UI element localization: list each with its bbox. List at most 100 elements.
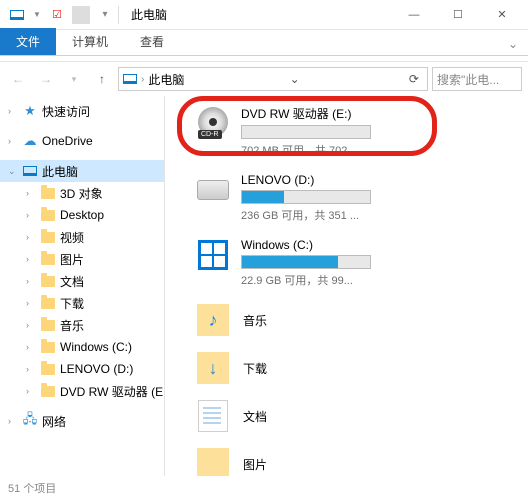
quick-access-toolbar: ▼ ☑ ▾ (4, 6, 114, 24)
sidebar-label: 下载 (60, 295, 84, 312)
folder-icon (40, 229, 56, 245)
capacity-bar (241, 125, 371, 139)
sidebar-label: 3D 对象 (60, 185, 103, 202)
chevron-right-icon[interactable]: › (8, 416, 18, 426)
sidebar-onedrive[interactable]: › ☁ OneDrive (0, 130, 164, 152)
chevron-right-icon[interactable]: › (26, 232, 36, 242)
sidebar-label: Windows (C:) (60, 340, 132, 354)
chevron-right-icon[interactable]: › (26, 254, 36, 264)
back-button[interactable]: ← (6, 67, 30, 91)
library-name: 音乐 (243, 312, 267, 329)
chevron-right-icon[interactable]: › (26, 364, 36, 374)
status-bar: 51 个项目 (8, 480, 56, 496)
path-dropdown-icon[interactable]: ⌄ (286, 72, 304, 86)
sidebar-item[interactable]: ›Desktop (0, 204, 164, 226)
main-area: › ★ 快速访问 › ☁ OneDrive ⌄ 此电脑 › 3D 对象 ›Deskt… (0, 96, 528, 476)
sidebar-label: OneDrive (42, 134, 93, 148)
drive-item[interactable]: LENOVO (D:)236 GB 可用，共 351 ... (195, 172, 520, 223)
sidebar-item[interactable]: › Windows (C:) (0, 336, 164, 358)
sidebar-this-pc[interactable]: ⌄ 此电脑 (0, 160, 164, 182)
recent-button[interactable]: ▾ (62, 67, 86, 91)
library-item[interactable]: ♪ 音乐 (195, 302, 520, 338)
sidebar-item[interactable]: ›音乐 (0, 314, 164, 336)
chevron-down-icon[interactable]: ⌄ (8, 166, 18, 177)
tab-file[interactable]: 文件 (0, 28, 56, 55)
sidebar-label: 视频 (60, 229, 84, 246)
minimize-button[interactable]: — (392, 0, 436, 30)
ribbon-tabs: 文件 计算机 查看 ⌄ (0, 30, 528, 56)
path-segment[interactable]: 此电脑 (148, 71, 184, 88)
sidebar-label: DVD RW 驱动器 (E (60, 383, 163, 400)
qat-down-icon[interactable]: ▼ (28, 6, 46, 24)
chevron-right-icon[interactable]: › (26, 342, 36, 352)
sidebar-label: 文档 (60, 273, 84, 290)
sidebar-item[interactable]: › DVD RW 驱动器 (E (0, 380, 164, 402)
sidebar-quick-access[interactable]: › ★ 快速访问 (0, 100, 164, 122)
chevron-right-icon[interactable]: › (26, 386, 36, 396)
chevron-right-icon[interactable]: › (26, 276, 36, 286)
hdd-icon (197, 180, 229, 200)
doc-icon (198, 400, 228, 432)
separator (118, 6, 119, 24)
chevron-right-icon[interactable]: › (26, 210, 36, 220)
music-icon: ♪ (197, 304, 229, 336)
refresh-icon[interactable]: ⟳ (405, 72, 423, 86)
library-name: 下载 (243, 360, 267, 377)
forward-button: → (34, 67, 58, 91)
sidebar-label: 此电脑 (42, 163, 78, 180)
pc-icon (123, 74, 137, 84)
folder-icon (40, 273, 56, 289)
drive-name: Windows (C:) (241, 238, 520, 252)
star-icon: ★ (22, 103, 38, 119)
up-button[interactable]: ↑ (90, 67, 114, 91)
sidebar-item[interactable]: › 视频 (0, 226, 164, 248)
folder-icon (40, 317, 56, 333)
app-icon (8, 6, 26, 24)
library-item[interactable]: 图片 (195, 446, 520, 476)
folder-icon (40, 251, 56, 267)
tab-computer[interactable]: 计算机 (56, 28, 124, 55)
folder-icon (40, 339, 56, 355)
chevron-right-icon[interactable]: › (141, 74, 144, 85)
separator (72, 6, 90, 24)
drive-space: 702 MB 可用，共 702... (241, 142, 520, 158)
path-box[interactable]: › 此电脑 ⌄ ⟳ (118, 67, 428, 91)
network-icon: 🖧 (22, 413, 38, 429)
folder-icon (40, 185, 56, 201)
drive-item[interactable]: CD-RDVD RW 驱动器 (E:)702 MB 可用，共 702... (195, 104, 520, 158)
sidebar-label: LENOVO (D:) (60, 362, 133, 376)
ribbon-expand-icon[interactable]: ⌄ (498, 33, 528, 55)
close-button[interactable]: ✕ (480, 0, 524, 30)
drive-item[interactable]: Windows (C:) 22.9 GB 可用，共 99... (195, 237, 520, 288)
chevron-right-icon[interactable]: › (8, 136, 18, 146)
search-placeholder: 搜索"此电... (437, 71, 499, 88)
cloud-icon: ☁ (22, 133, 38, 149)
chevron-right-icon[interactable]: › (26, 188, 36, 198)
qat-props-icon[interactable]: ☑ (48, 6, 66, 24)
qat-overflow-icon[interactable]: ▾ (96, 6, 114, 24)
pic-icon (197, 448, 229, 476)
drive-space: 22.9 GB 可用，共 99... (241, 272, 520, 288)
sidebar-item[interactable]: › 3D 对象 (0, 182, 164, 204)
search-input[interactable]: 搜索"此电... (432, 67, 522, 91)
chevron-right-icon[interactable]: › (26, 298, 36, 308)
library-item[interactable]: 文档 (195, 398, 520, 434)
sidebar-item[interactable]: › LENOVO (D:) (0, 358, 164, 380)
library-name: 图片 (243, 456, 267, 473)
sidebar-item[interactable]: ›图片 (0, 248, 164, 270)
sidebar-label: 快速访问 (42, 103, 90, 120)
chevron-right-icon[interactable]: › (8, 106, 18, 116)
capacity-bar (241, 255, 371, 269)
chevron-right-icon[interactable]: › (26, 320, 36, 330)
tab-view[interactable]: 查看 (124, 28, 180, 55)
sidebar-label: 网络 (42, 413, 66, 430)
capacity-bar (241, 190, 371, 204)
maximize-button[interactable]: ☐ (436, 0, 480, 30)
address-bar: ← → ▾ ↑ › 此电脑 ⌄ ⟳ 搜索"此电... (0, 62, 528, 96)
sidebar-item[interactable]: › 下载 (0, 292, 164, 314)
download-icon: ↓ (197, 352, 229, 384)
sidebar-item[interactable]: › 文档 (0, 270, 164, 292)
sidebar-network[interactable]: › 🖧 网络 (0, 410, 164, 432)
library-item[interactable]: ↓ 下载 (195, 350, 520, 386)
windows-icon (198, 240, 228, 270)
